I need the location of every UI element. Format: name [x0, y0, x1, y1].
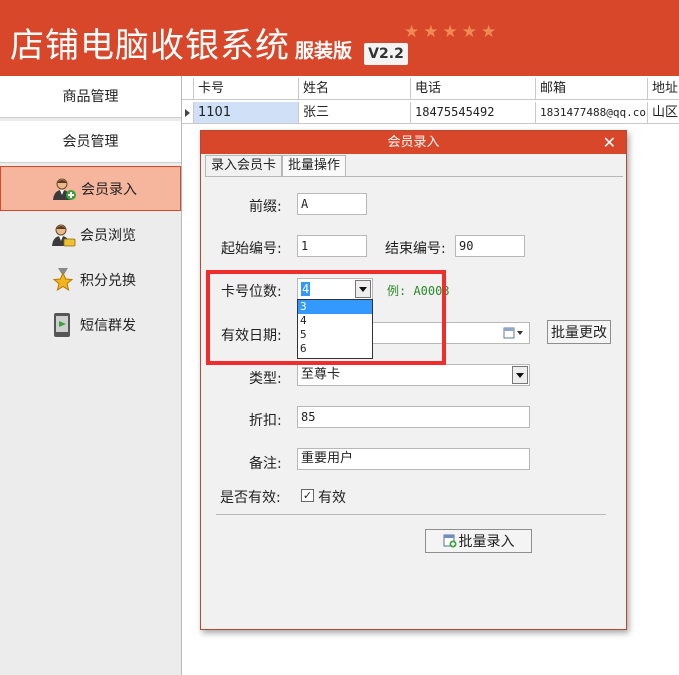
nav-group-members[interactable]: 会员管理 [0, 121, 181, 163]
start-number-input[interactable]: 1 [297, 235, 367, 257]
column-header-name[interactable]: 姓名 [299, 78, 411, 100]
table-row[interactable]: 1101 张三 18475545492 1831477488@qq.co 山区 [182, 102, 679, 124]
calendar-icon[interactable] [503, 326, 525, 344]
sidebar-item-label: 积分兑换 [80, 272, 136, 289]
column-header-address[interactable]: 地址 [648, 78, 679, 100]
sidebar-item-label: 会员录入 [81, 181, 137, 198]
card-type-label: 类型: [249, 371, 282, 387]
sidebar-item-member-browse[interactable]: 会员浏览 [0, 212, 181, 257]
grid-header-row: 卡号 姓名 电话 邮箱 地址 [182, 78, 679, 100]
dialog-tabs: 录入会员卡 批量操作 [205, 155, 347, 177]
rating-stars: ★ ★ ★ ★ ★ [404, 24, 496, 41]
end-number-input[interactable]: 90 [455, 235, 525, 257]
tab-batch-operation[interactable]: 批量操作 [282, 155, 347, 177]
batch-change-button[interactable]: 批量更改 [547, 320, 611, 344]
batch-entry-label: 批量录入 [458, 534, 515, 550]
discount-input[interactable]: 85 [297, 406, 530, 428]
note-label: 备注: [249, 456, 282, 472]
current-row-arrow-icon [185, 108, 190, 117]
cell-card-no[interactable]: 1101 [194, 102, 299, 124]
start-number-label: 起始编号: [221, 241, 282, 257]
sidebar-item-points-exchange[interactable]: 积分兑换 [0, 257, 181, 302]
batch-entry-icon [443, 534, 457, 548]
form-divider [216, 514, 606, 515]
batch-entry-button[interactable]: 批量录入 [425, 529, 532, 553]
version-badge: V2.2 [364, 43, 408, 65]
member-vip-icon [50, 222, 76, 248]
sidebar-item-label: 短信群发 [80, 317, 136, 334]
cell-address[interactable]: 山区 [648, 102, 679, 124]
star-icon: ★ [461, 22, 477, 42]
app-header: 店铺电脑收银系统 服装版 V2.2 ★ ★ ★ ★ ★ [0, 0, 679, 76]
prefix-label: 前缀: [249, 199, 282, 215]
star-icon: ★ [404, 22, 420, 42]
cell-phone[interactable]: 18475545492 [411, 102, 536, 124]
dialog-titlebar[interactable]: 会员录入 ✕ [201, 131, 626, 154]
nav-group-products[interactable]: 商品管理 [0, 76, 181, 118]
column-header-phone[interactable]: 电话 [411, 78, 536, 100]
card-type-dropdown-button[interactable] [512, 366, 528, 384]
sidebar-item-sms-broadcast[interactable]: 短信群发 [0, 302, 181, 347]
close-icon[interactable]: ✕ [603, 131, 616, 154]
sidebar-item-member-entry[interactable]: 会员录入 [0, 166, 181, 211]
star-icon: ★ [423, 22, 439, 42]
note-input[interactable]: 重要用户 [297, 448, 530, 470]
column-header-card-no[interactable]: 卡号 [194, 78, 299, 100]
chevron-down-icon [516, 372, 524, 378]
row-selector[interactable] [182, 102, 194, 124]
member-entry-dialog: 会员录入 ✕ 录入会员卡 批量操作 前缀: A 起始编号: 1 结束编号: 90… [200, 130, 627, 630]
valid-checkbox-label[interactable]: 有效 [318, 487, 346, 507]
tab-card-entry[interactable]: 录入会员卡 [205, 155, 283, 177]
dialog-title: 会员录入 [387, 135, 440, 150]
sidebar: 商品管理 会员管理 会员录入 会员浏览 积分兑换 短信群发 [0, 76, 182, 675]
checkmark-icon: ✓ [302, 489, 313, 502]
sms-phone-icon [50, 312, 76, 338]
star-icon: ★ [481, 22, 497, 42]
batch-operation-panel: 前缀: A 起始编号: 1 结束编号: 90 卡号位数: 4 例: A0003 … [205, 176, 623, 626]
member-add-icon [51, 176, 77, 202]
sidebar-item-label: 会员浏览 [80, 227, 136, 244]
valid-label: 是否有效: [220, 490, 281, 506]
star-icon: ★ [442, 22, 458, 42]
cell-email[interactable]: 1831477488@qq.co [536, 102, 648, 124]
app-title: 店铺电脑收银系统 [10, 26, 290, 66]
column-header-email[interactable]: 邮箱 [536, 78, 648, 100]
end-number-label: 结束编号: [385, 241, 446, 257]
star-medal-icon [50, 267, 76, 293]
annotation-highlight-box [206, 270, 446, 365]
discount-label: 折扣: [249, 413, 282, 429]
cell-name[interactable]: 张三 [299, 102, 411, 124]
card-type-select[interactable]: 至尊卡 [297, 364, 530, 386]
valid-checkbox[interactable]: ✓ [301, 489, 314, 502]
row-header-corner [182, 78, 194, 100]
prefix-input[interactable]: A [297, 193, 367, 215]
edition-label: 服装版 [295, 40, 353, 62]
card-type-value: 至尊卡 [301, 367, 341, 382]
